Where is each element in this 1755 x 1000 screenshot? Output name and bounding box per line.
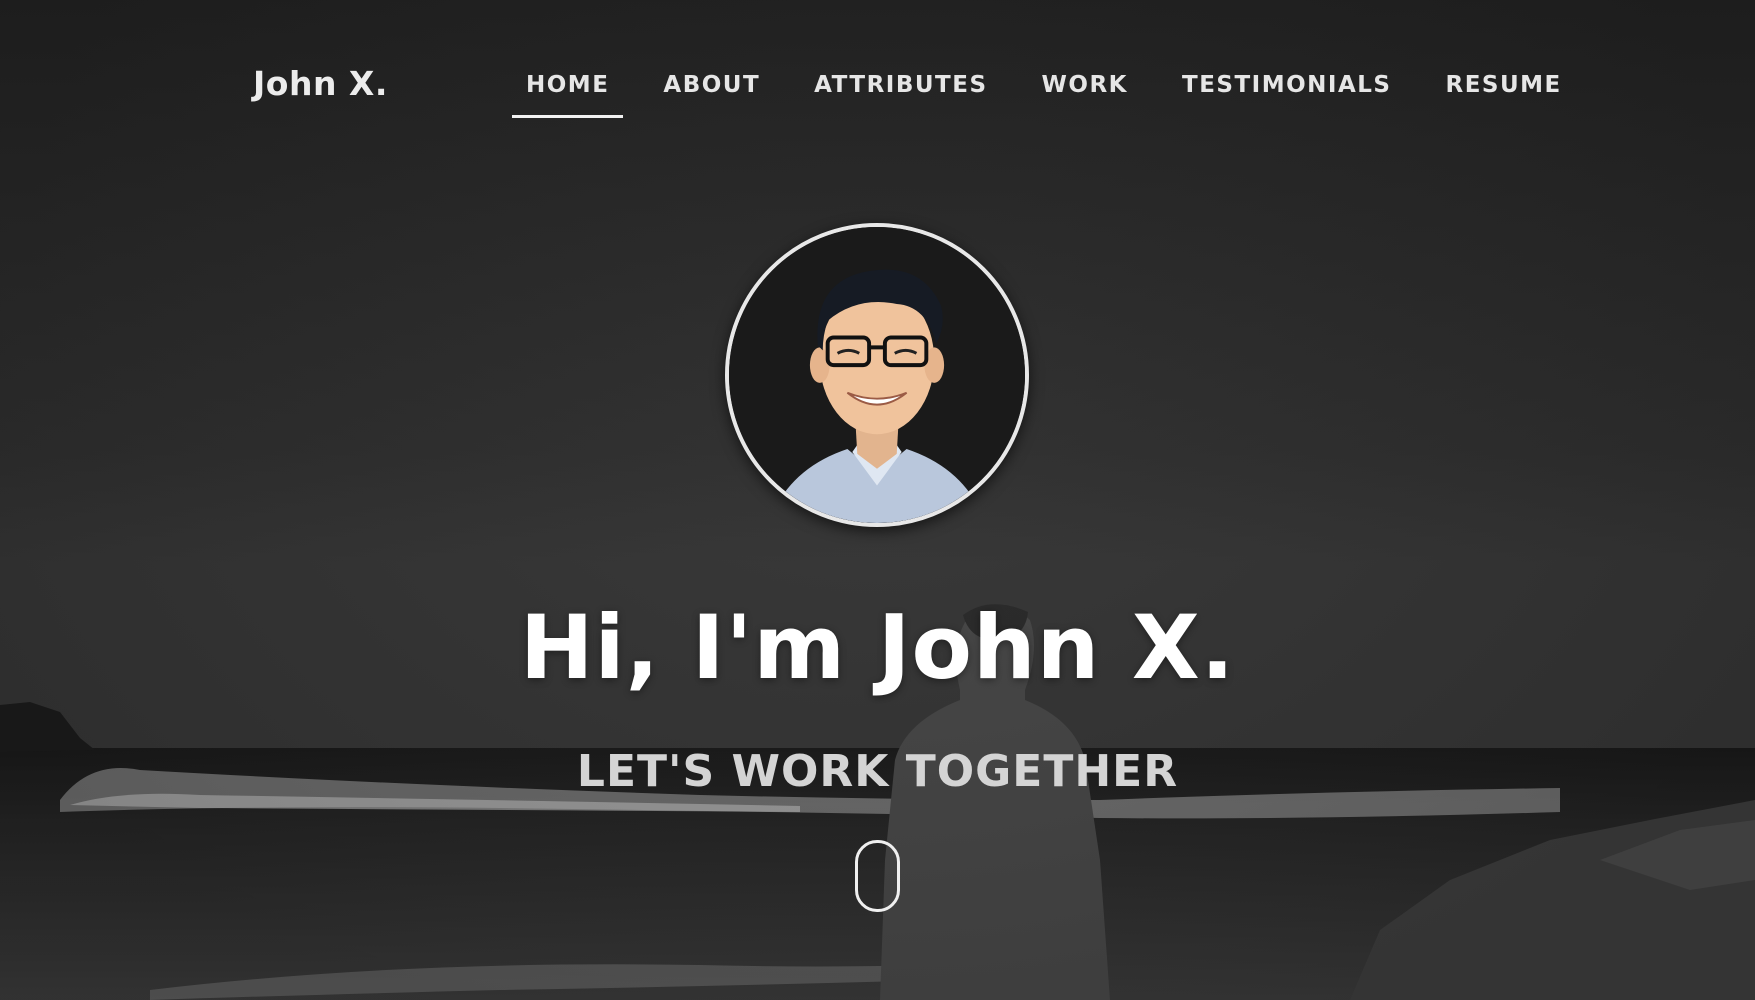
hero-subheadline: LET'S WORK TOGETHER (576, 746, 1179, 797)
nav-home[interactable]: HOME (512, 70, 624, 120)
profile-avatar (725, 223, 1029, 527)
mouse-scroll-icon[interactable] (855, 840, 900, 912)
nav-resume[interactable]: RESUME (1431, 70, 1575, 120)
main-nav: HOME ABOUT ATTRIBUTES WORK TESTIMONIALS … (512, 70, 1602, 120)
nav-about[interactable]: ABOUT (649, 70, 774, 120)
hero-headline: Hi, I'm John X. (519, 596, 1236, 699)
nav-attributes[interactable]: ATTRIBUTES (800, 70, 1001, 120)
nav-work[interactable]: WORK (1028, 70, 1142, 120)
hero-section: John X. HOME ABOUT ATTRIBUTES WORK TESTI… (0, 0, 1755, 1000)
nav-testimonials[interactable]: TESTIMONIALS (1168, 70, 1405, 120)
site-logo[interactable]: John X. (253, 64, 388, 103)
profile-photo (729, 227, 1025, 523)
